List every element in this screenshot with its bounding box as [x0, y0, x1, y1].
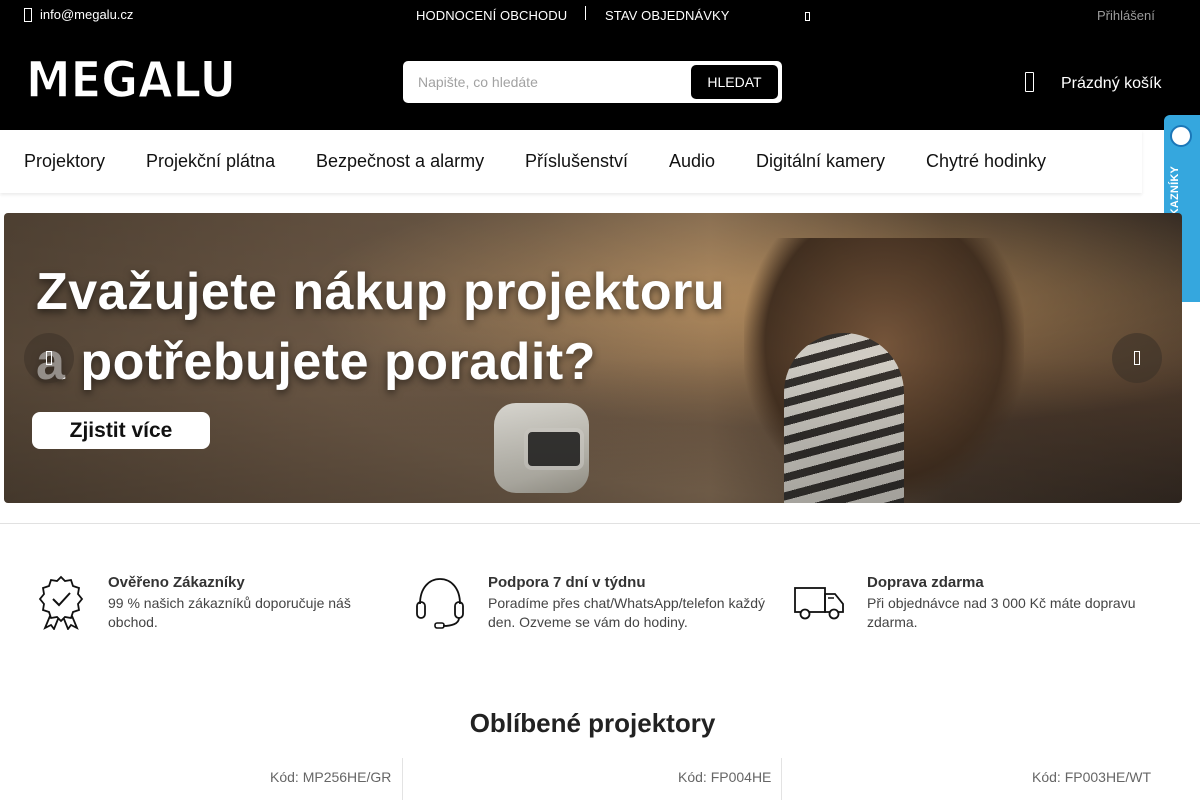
more-menu-icon[interactable] — [805, 12, 810, 21]
benefit-text: Při objednávce nad 3 000 Kč máte dopravu… — [867, 595, 1136, 630]
login-link[interactable]: Přihlášení — [1097, 8, 1155, 23]
nav-item-bezpecnost[interactable]: Bezpečnost a alarmy — [316, 151, 484, 172]
slider-prev-button[interactable] — [24, 333, 74, 383]
slider-next-button[interactable] — [1112, 333, 1162, 383]
topbar-email[interactable]: info@megalu.cz — [24, 7, 133, 22]
benefit-title: Podpora 7 dní v týdnu — [488, 574, 646, 591]
hero-banner[interactable]: Zvažujete nákup projektoru a potřebujete… — [4, 213, 1182, 503]
banner-title: Zvažujete nákup projektoru a potřebujete… — [36, 257, 725, 397]
product-code: Kód: FP004HE — [678, 769, 772, 785]
banner-cta-button[interactable]: Zjistit více — [32, 412, 210, 449]
verified-badge-icon — [1170, 125, 1192, 147]
chevron-right-icon — [1134, 351, 1140, 365]
popular-projectors-title: Oblíbené projektory — [469, 708, 716, 738]
search-button[interactable]: HLEDAT — [691, 65, 778, 99]
benefit-text: 99 % našich zákazníků doporučuje náš obc… — [108, 595, 351, 630]
nav-item-prislusenstvi[interactable]: Příslušenství — [525, 151, 628, 172]
banner-title-line2: a potřebujete poradit? — [36, 333, 596, 391]
benefit-text: Poradíme přes chat/WhatsApp/telefon každ… — [488, 595, 766, 630]
nav-item-digitalni-kamery[interactable]: Digitální kamery — [756, 151, 885, 172]
nav-item-projektory[interactable]: Projektory — [24, 151, 105, 172]
topbar-divider — [585, 6, 586, 20]
site-header: info@megalu.cz HODNOCENÍ OBCHODU STAV OB… — [0, 0, 1200, 130]
benefit-title: Doprava zdarma — [867, 574, 984, 591]
product-divider — [781, 758, 782, 800]
nav-item-projekcni-platna[interactable]: Projekční plátna — [146, 151, 275, 172]
chevron-left-icon — [46, 351, 52, 365]
banner-title-line1: Zvažujete nákup projektoru — [36, 263, 726, 321]
product-divider — [402, 758, 403, 800]
benefit-title: Ověřeno Zákazníky — [108, 574, 245, 591]
nav-item-audio[interactable]: Audio — [669, 151, 715, 172]
nav-item-chytre-hodinky[interactable]: Chytré hodinky — [926, 151, 1046, 172]
topbar-link-store-rating[interactable]: HODNOCENÍ OBCHODU — [416, 8, 567, 23]
main-nav: Projektory Projekční plátna Bezpečnost a… — [0, 130, 1142, 193]
cart-label[interactable]: Prázdný košík — [1061, 75, 1161, 93]
headset-icon — [416, 578, 464, 629]
search-input[interactable] — [411, 65, 687, 99]
email-icon — [24, 7, 32, 22]
svg-text:MEGALU: MEGALU — [26, 51, 236, 109]
topbar-email-text[interactable]: info@megalu.cz — [40, 7, 133, 22]
delivery-truck-icon — [794, 587, 844, 620]
topbar-link-order-status[interactable]: STAV OBJEDNÁVKY — [605, 8, 730, 23]
product-code: Kód: MP256HE/GR — [270, 769, 392, 785]
award-ribbon-icon — [38, 575, 84, 630]
megalu-logo[interactable]: MEGALU — [24, 50, 238, 112]
product-code: Kód: FP003HE/WT — [1032, 769, 1152, 785]
cart-icon[interactable] — [1025, 72, 1034, 92]
benefits-strip: Ověřeno Zákazníky 99 % našich zákazníků … — [0, 523, 1200, 668]
